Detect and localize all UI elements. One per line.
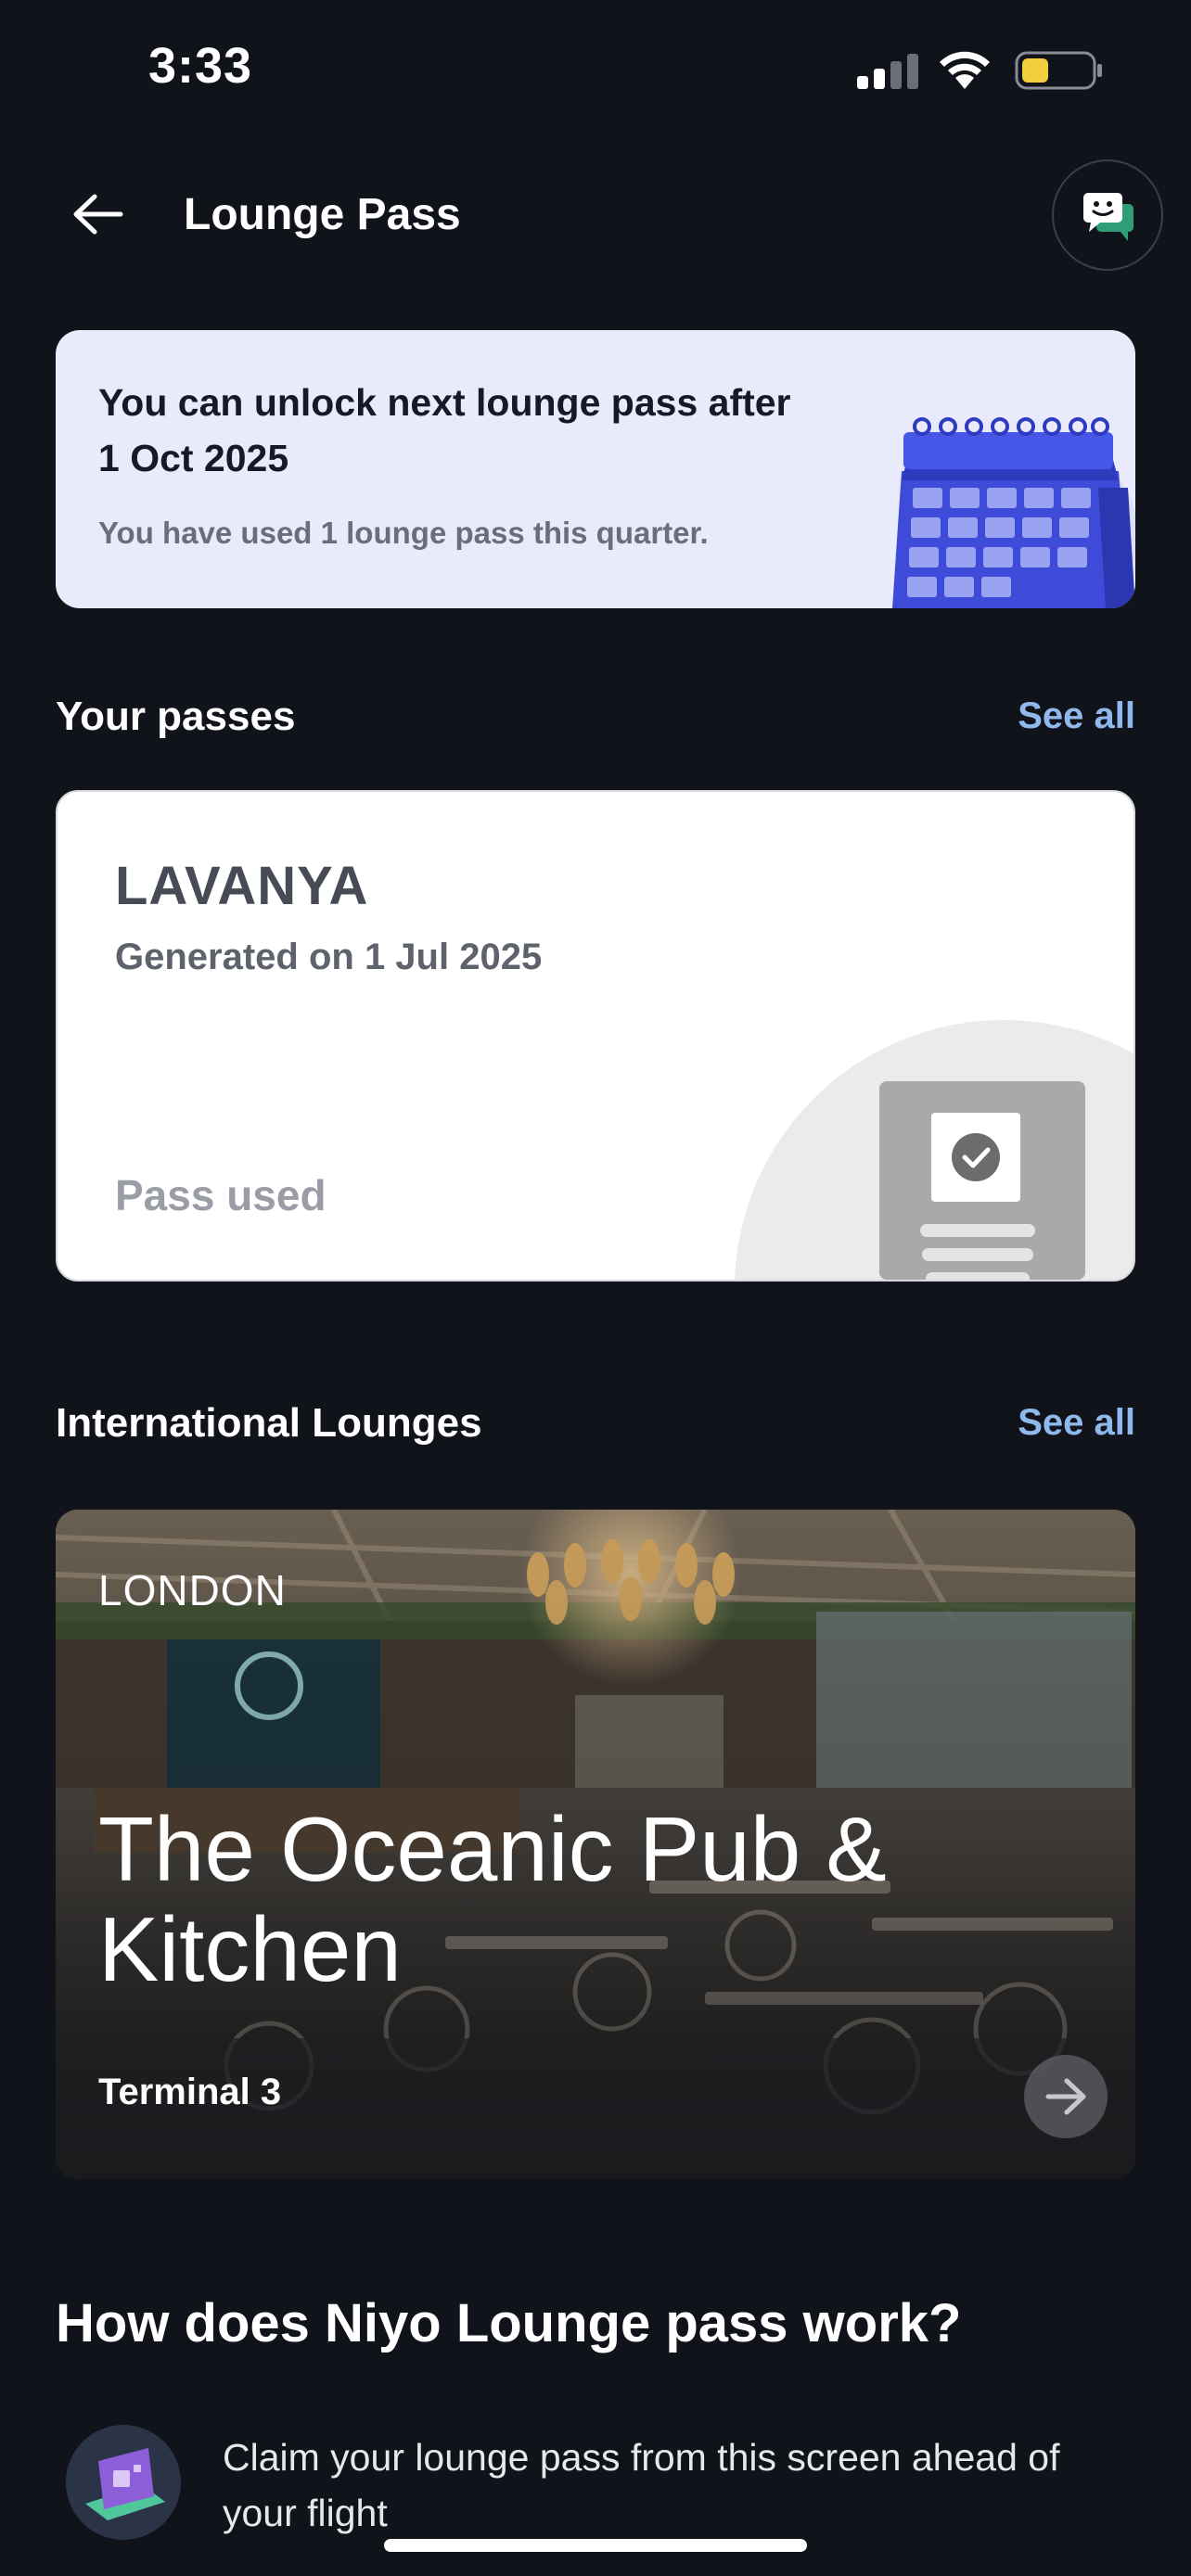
cellular-signal-icon (857, 54, 918, 89)
unlock-banner-title: You can unlock next lounge pass after 1 … (98, 381, 791, 479)
wifi-icon (940, 51, 990, 89)
how-it-works-title: How does Niyo Lounge pass work? (56, 2293, 962, 2353)
chat-support-icon (1083, 193, 1133, 241)
lounges-section-title: International Lounges (56, 1400, 482, 1446)
lounge-open-button[interactable] (1024, 2055, 1108, 2138)
page-title: Lounge Pass (184, 190, 461, 239)
calendar-illustration-icon (892, 417, 1135, 608)
lounges-section-header: International Lounges See all (56, 1400, 1135, 1456)
pass-status: Pass used (115, 1171, 327, 1219)
lounge-name: The Oceanic Pub & Kitchen (98, 1798, 887, 2000)
unlock-banner-subtitle: You have used 1 lounge pass this quarter… (98, 516, 709, 550)
support-chat-button[interactable] (1052, 159, 1163, 271)
lounge-terminal: Terminal 3 (98, 2072, 282, 2112)
unlock-info-banner: You can unlock next lounge pass after 1 … (56, 330, 1135, 608)
how-it-works-step-text: Claim your lounge pass from this screen … (223, 2436, 1060, 2534)
back-arrow-icon[interactable] (69, 193, 126, 236)
lounges-see-all-link[interactable]: See all (1018, 1402, 1135, 1444)
passes-section-title: Your passes (56, 694, 296, 739)
lounge-card-footer: Terminal 3 (56, 2038, 1135, 2179)
passes-section-header: Your passes See all (56, 694, 1135, 749)
pass-holder-name: LAVANYA (115, 856, 369, 916)
how-it-works-step: Claim your lounge pass from this screen … (56, 2420, 1135, 2550)
lounge-pass-card[interactable]: LAVANYA Generated on 1 Jul 2025 Pass use… (56, 790, 1135, 1282)
pass-generated-date: Generated on 1 Jul 2025 (115, 937, 543, 977)
lounge-card[interactable]: LONDON The Oceanic Pub & Kitchen Termina… (56, 1510, 1135, 2179)
battery-icon (1015, 51, 1102, 90)
lounge-city: LONDON (98, 1566, 287, 1614)
passes-see-all-link[interactable]: See all (1018, 695, 1135, 737)
status-bar: 3:33 (0, 0, 1191, 139)
arrow-right-icon (1045, 2078, 1086, 2115)
ticket-icon (66, 2425, 181, 2540)
app-header: Lounge Pass (0, 148, 1191, 278)
pass-ticket-illustration-icon (735, 1020, 1133, 1280)
status-time: 3:33 (148, 38, 253, 94)
lounge-pass-screen: 3:33 Lounge Pass You can unlock next lou… (0, 0, 1191, 2576)
home-indicator[interactable] (384, 2539, 807, 2552)
